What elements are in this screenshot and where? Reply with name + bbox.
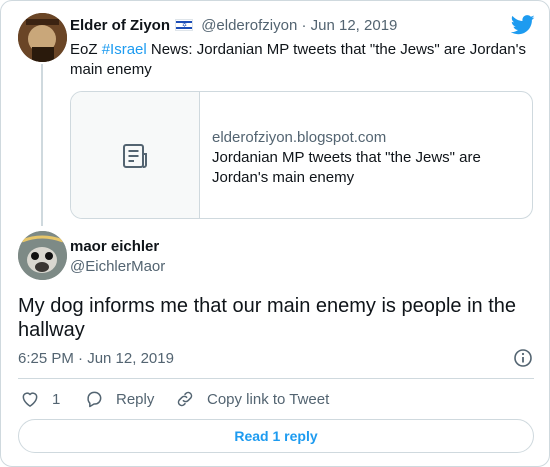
header-separator: · <box>297 17 311 34</box>
info-icon[interactable] <box>514 349 532 367</box>
tweet-embed-card: Elder of Ziyon ✡ @elderofziyon · Jun 12, … <box>0 0 550 467</box>
tweet-text: My dog informs me that our main enemy is… <box>18 295 517 341</box>
heart-icon <box>22 392 38 407</box>
reply-action[interactable]: Reply <box>84 389 154 409</box>
like-count: 1 <box>52 390 61 408</box>
tweet-timestamp[interactable]: 6:25 PM · Jun 12, 2019 <box>18 350 174 367</box>
link-thumbnail <box>71 92 200 218</box>
like-action[interactable]: 1 <box>20 389 60 409</box>
link-preview-card[interactable]: elderofziyon.blogspot.com Jordanian MP t… <box>70 91 533 219</box>
reply-label: Reply <box>116 390 155 408</box>
quoted-tweet-text: EoZ #Israel News: Jordanian MP tweets th… <box>70 40 532 80</box>
thread-line <box>41 64 43 226</box>
author-name[interactable]: maor eichler <box>70 238 159 255</box>
israel-flag-icon: ✡ <box>175 19 194 31</box>
quoted-author-avatar[interactable] <box>18 13 67 62</box>
copy-link-label: Copy link to Tweet <box>207 390 330 408</box>
quoted-text-prefix: EoZ <box>70 41 102 58</box>
quoted-tweet-header: Elder of Ziyon ✡ @elderofziyon · Jun 12, … <box>70 17 397 34</box>
document-icon <box>123 144 147 168</box>
reply-bubble-icon <box>87 391 102 408</box>
link-title: Jordanian MP tweets that "the Jews" are … <box>212 149 481 186</box>
quoted-author-handle[interactable]: @elderofziyon <box>201 17 297 34</box>
author-avatar[interactable] <box>18 231 67 280</box>
copy-link-action[interactable]: Copy link to Tweet <box>175 389 329 409</box>
read-replies-button[interactable]: Read 1 reply <box>18 419 534 453</box>
hashtag-link[interactable]: #Israel <box>102 41 147 58</box>
author-handle[interactable]: @EichlerMaor <box>70 258 165 275</box>
quoted-author-name[interactable]: Elder of Ziyon <box>70 17 170 34</box>
link-icon <box>177 391 193 407</box>
link-preview-text: elderofziyon.blogspot.com Jordanian MP t… <box>212 128 522 188</box>
divider <box>18 378 534 379</box>
twitter-bird-icon[interactable] <box>511 15 535 35</box>
link-domain: elderofziyon.blogspot.com <box>212 129 387 146</box>
quoted-tweet-date[interactable]: Jun 12, 2019 <box>311 17 398 34</box>
